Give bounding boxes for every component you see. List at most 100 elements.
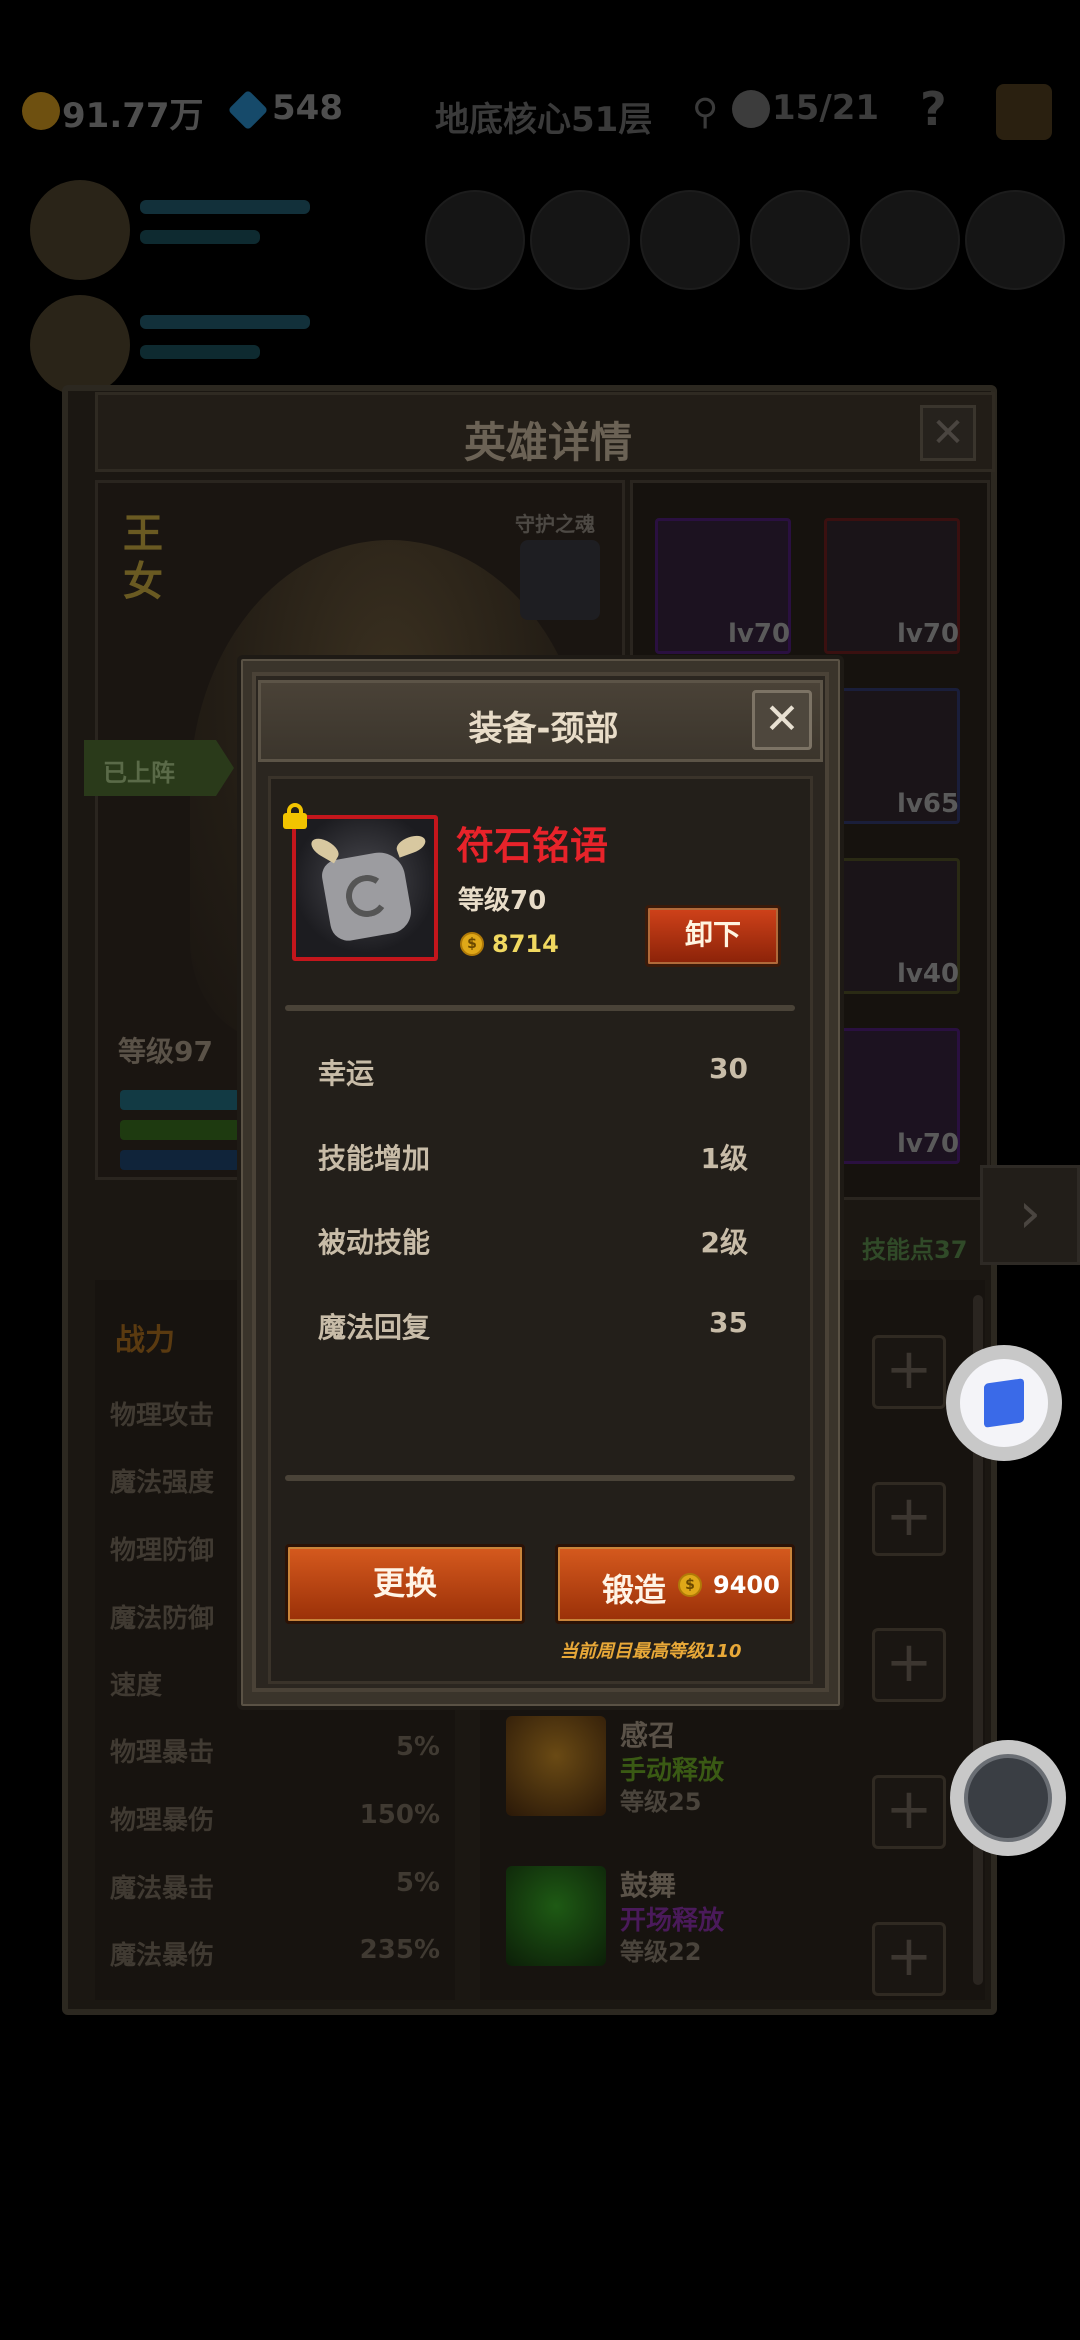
attribute-value: 30: [709, 1052, 748, 1085]
settings-icon[interactable]: [996, 84, 1052, 140]
equip-slot-level: lv65: [897, 789, 960, 819]
team-slot-icon[interactable]: [965, 190, 1065, 290]
attribute-value: 35: [709, 1306, 748, 1339]
skill-upgrade-plus-icon[interactable]: +: [872, 1628, 946, 1702]
hero-detail-titlebar: 英雄详情: [95, 392, 995, 472]
item-level: 等级70: [458, 886, 547, 916]
skill-upgrade-plus-icon[interactable]: +: [872, 1775, 946, 1849]
mp-bar: [120, 1150, 240, 1170]
close-icon[interactable]: ✕: [752, 690, 812, 750]
team-slot-icon[interactable]: [640, 190, 740, 290]
team-slot-icon[interactable]: [860, 190, 960, 290]
item-name: 符石铭语: [456, 824, 609, 868]
stat-row: 物理暴伤 150%: [110, 1800, 440, 1837]
attribute-value: 2级: [700, 1226, 748, 1259]
hp-bar: [120, 1090, 240, 1110]
gold-coin-icon: [22, 92, 60, 130]
coin-icon: $: [460, 932, 484, 956]
swirl-icon: [342, 871, 392, 921]
attribute-row: 幸运 30: [318, 1052, 748, 1092]
skill-level: 等级25: [620, 1788, 702, 1816]
item-sell-price: 8714: [492, 930, 559, 958]
fingerprint-icon: [964, 1754, 1052, 1842]
hero-avatar: [30, 180, 130, 280]
chevron-right-icon[interactable]: ›: [980, 1165, 1080, 1265]
floating-fingerprint-button[interactable]: [950, 1740, 1066, 1856]
stat-label: 魔法暴伤: [110, 1941, 215, 1971]
forge-cost: 9400: [713, 1571, 780, 1599]
help-button[interactable]: ?: [920, 82, 947, 136]
gold-amount: 91.77万: [62, 96, 204, 136]
stat-value: 5%: [395, 1868, 440, 1898]
equipment-modal-titlebar: 装备-颈部: [258, 680, 823, 762]
attribute-label: 被动技能: [318, 1226, 431, 1259]
forge-label: 锻造: [602, 1571, 667, 1609]
team-slot-icon[interactable]: [750, 190, 850, 290]
unequip-button[interactable]: 卸下: [645, 905, 781, 967]
skill-upgrade-plus-icon[interactable]: +: [872, 1922, 946, 1996]
equip-slot-neck[interactable]: lv70: [824, 518, 960, 654]
key-icon: ⚲: [692, 92, 719, 133]
stat-label: 物理防御: [110, 1536, 215, 1566]
max-level-note: 当前周目最高等级110: [560, 1641, 742, 1662]
item-icon-frame[interactable]: [292, 815, 438, 961]
skill-upgrade-plus-icon[interactable]: +: [872, 1335, 946, 1409]
floating-cube-button[interactable]: [946, 1345, 1062, 1461]
stat-row: 魔法暴伤 235%: [110, 1935, 440, 1972]
equip-slot-trinket[interactable]: lv70: [824, 1028, 960, 1164]
guardian-soul-icon[interactable]: [520, 540, 600, 620]
equip-slot-head[interactable]: lv70: [655, 518, 791, 654]
skill-upgrade-plus-icon[interactable]: +: [872, 1482, 946, 1556]
attribute-row: 被动技能 2级: [318, 1221, 748, 1261]
cube-icon: [960, 1359, 1048, 1447]
guardian-soul-label: 守护之魂: [515, 512, 595, 536]
skill-name: 鼓舞: [620, 1869, 677, 1902]
mp-bar: [140, 345, 260, 359]
stat-label: 魔法暴击: [110, 1874, 215, 1904]
hero-bars: [110, 1070, 240, 1180]
equip-slot-level: lv70: [897, 619, 960, 649]
stat-label: 物理攻击: [110, 1401, 215, 1431]
dungeon-floor[interactable]: 地底核心51层: [435, 92, 652, 141]
stat-label: 魔法防御: [110, 1604, 215, 1634]
equip-slot-level: lv40: [897, 959, 960, 989]
skill-icon: [506, 1866, 606, 1966]
equip-slot-boots[interactable]: lv65: [824, 688, 960, 824]
equip-slot-ring[interactable]: lv40: [824, 858, 960, 994]
hero-roster-item[interactable]: [20, 170, 320, 290]
divider: [285, 1475, 795, 1481]
stats-header[interactable]: 战力: [115, 1315, 175, 1359]
team-slot-icon[interactable]: [425, 190, 525, 290]
top-resource-bar: 91.77万 548 地底核心51层 ⚲ 15/21 ?: [0, 70, 1080, 160]
deployed-tag-label: 已上阵: [103, 759, 175, 787]
skill-points: 技能点37: [862, 1236, 968, 1264]
stat-value: 150%: [359, 1800, 440, 1830]
gem-amount: 548: [272, 88, 343, 128]
gem-icon: [227, 89, 269, 131]
lock-icon[interactable]: [283, 803, 307, 829]
stat-value: 5%: [395, 1732, 440, 1762]
attribute-label: 幸运: [318, 1057, 375, 1090]
attribute-value: 1级: [700, 1142, 748, 1175]
mp-bar: [140, 230, 260, 244]
equipment-modal-title: 装备-颈部: [468, 709, 619, 749]
attribute-row: 魔法回复 35: [318, 1306, 748, 1346]
stat-label: 物理暴伤: [110, 1806, 215, 1836]
divider: [285, 1005, 795, 1011]
hero-detail-title: 英雄详情: [463, 418, 632, 467]
stat-row: 魔法暴击 5%: [110, 1868, 440, 1905]
attribute-label: 技能增加: [318, 1142, 431, 1175]
hero-avatar: [30, 295, 130, 395]
skill-icon: [506, 1716, 606, 1816]
skill-level: 等级22: [620, 1938, 702, 1966]
team-slot-icon[interactable]: [530, 190, 630, 290]
hp-bar: [140, 315, 310, 329]
hp-bar: [140, 200, 310, 214]
exp-bar: [120, 1120, 240, 1140]
hero-detail-close-icon[interactable]: ✕: [920, 405, 976, 461]
stat-label: 魔法强度: [110, 1468, 215, 1498]
forge-button[interactable]: 锻造 $ 9400: [555, 1544, 795, 1624]
replace-button[interactable]: 更换: [285, 1544, 525, 1624]
stat-value: 235%: [359, 1935, 440, 1965]
horn-icon: [394, 832, 428, 858]
